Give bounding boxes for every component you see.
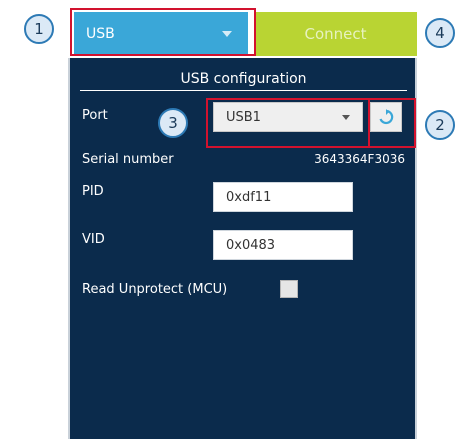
read-unprotect-label: Read Unprotect (MCU) [82,282,228,297]
callout-1: 1 [24,14,54,44]
callout-3: 3 [158,108,188,138]
vid-value: 0x0483 [226,237,276,253]
pid-field[interactable]: 0xdf11 [213,182,353,212]
pid-label: PID [82,184,104,199]
usb-config-screenshot: 1 USB Connect 4 USB configuration Port U… [0,0,467,439]
port-label: Port [82,108,108,123]
highlight-refresh-button [368,98,416,148]
callout-2-number: 2 [435,116,445,134]
callout-3-number: 3 [168,114,178,132]
panel-title: USB configuration [80,68,407,91]
vid-field[interactable]: 0x0483 [213,230,353,260]
callout-4: 4 [425,18,455,48]
highlight-interface-select [70,8,256,56]
pid-value: 0xdf11 [226,189,272,205]
callout-1-number: 1 [34,20,44,38]
connect-button[interactable]: Connect [254,12,417,56]
serial-number-label: Serial number [82,152,174,167]
vid-label: VID [82,232,105,247]
highlight-port-select [206,98,370,148]
connect-button-label: Connect [304,25,367,43]
callout-4-number: 4 [435,24,445,42]
read-unprotect-checkbox[interactable] [280,280,298,298]
serial-number-value: 3643364F3036 [314,152,405,166]
callout-2: 2 [425,110,455,140]
